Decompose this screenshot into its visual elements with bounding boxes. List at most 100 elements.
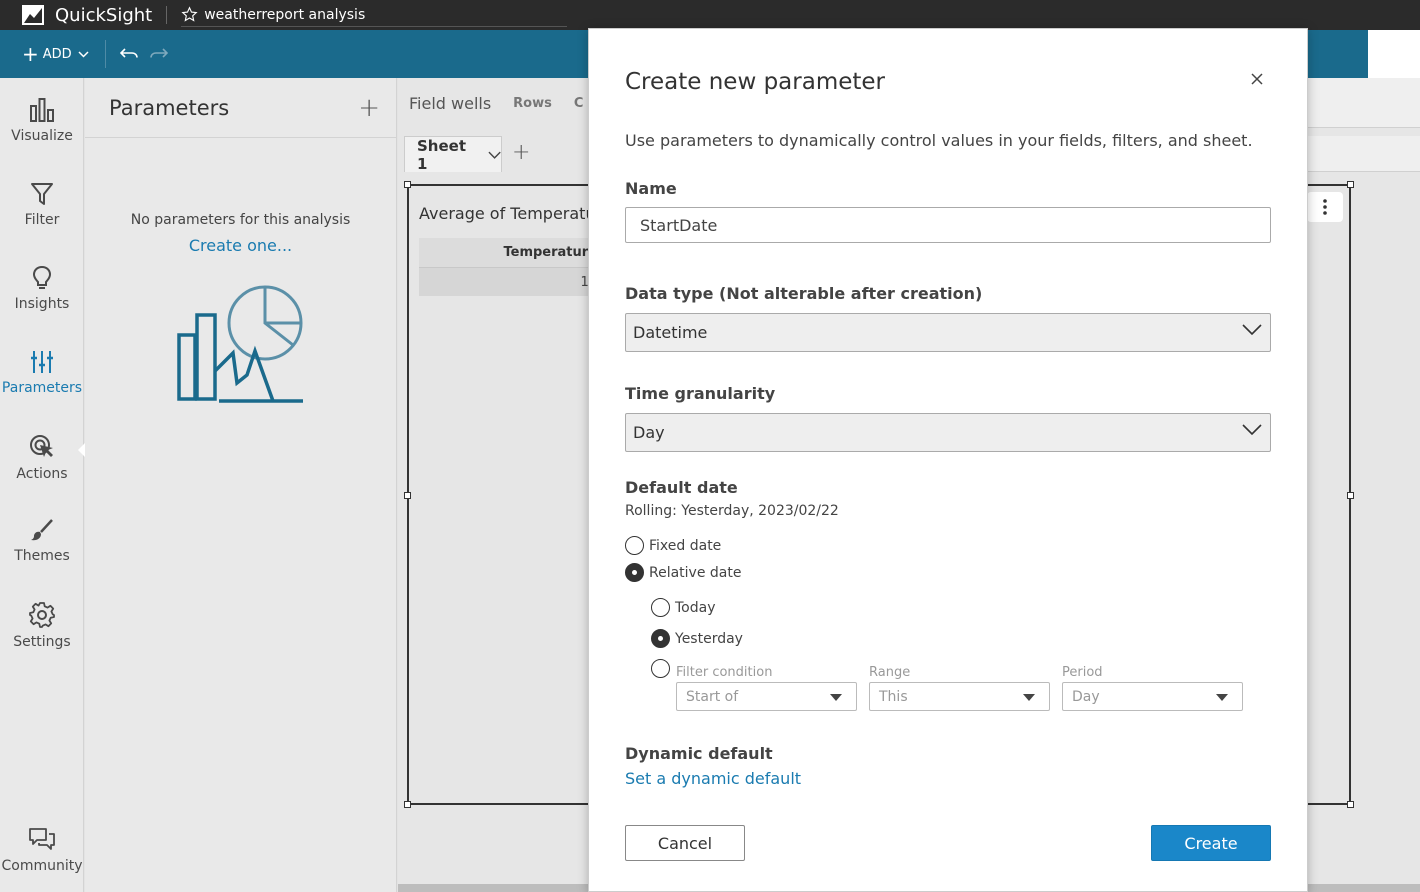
range-label: Range — [869, 665, 911, 680]
rail-item-parameters[interactable]: Parameters — [0, 350, 84, 396]
caret-down-icon — [1216, 694, 1228, 701]
gear-icon — [29, 602, 55, 628]
plus-icon: + — [22, 42, 39, 66]
range-value: This — [879, 688, 908, 705]
radio-label: Fixed date — [649, 537, 722, 554]
chevron-down-icon — [78, 50, 89, 58]
radio-button[interactable] — [651, 629, 670, 648]
rail-item-visualize[interactable]: Visualize — [0, 98, 84, 144]
name-label: Name — [625, 179, 677, 198]
field-well-rows[interactable]: Rows — [513, 96, 552, 111]
resize-handle[interactable] — [404, 181, 411, 188]
add-button[interactable]: + ADD — [22, 44, 89, 64]
filter-condition-option[interactable] — [651, 659, 675, 678]
filter-condition-select[interactable]: Start of — [676, 682, 857, 711]
resize-handle[interactable] — [404, 492, 411, 499]
filter-condition-label: Filter condition — [676, 665, 773, 680]
chevron-down-icon[interactable] — [488, 151, 501, 159]
table-cell: 11 — [419, 268, 609, 296]
radio-label: Yesterday — [675, 630, 743, 647]
empty-parameters-illustration — [177, 285, 303, 403]
app-logo[interactable]: QuickSight — [0, 0, 152, 30]
left-rail: Visualize Filter Insights Parameters Act… — [0, 78, 85, 892]
yesterday-option[interactable]: Yesterday — [651, 629, 743, 648]
panel-title: Parameters — [109, 95, 230, 120]
today-option[interactable]: Today — [651, 598, 716, 617]
visual-menu-button[interactable] — [1307, 192, 1343, 222]
add-parameter-button[interactable]: + — [358, 95, 380, 121]
chevron-down-icon — [1242, 324, 1262, 336]
active-indicator — [78, 443, 85, 457]
rail-label: Parameters — [1, 380, 83, 396]
rail-item-actions[interactable]: Actions — [0, 434, 84, 482]
dialog-description: Use parameters to dynamically control va… — [625, 131, 1253, 150]
undo-icon[interactable] — [119, 47, 138, 61]
star-icon[interactable] — [181, 6, 198, 23]
cancel-button[interactable]: Cancel — [625, 825, 745, 861]
period-label: Period — [1062, 665, 1103, 680]
create-one-link[interactable]: Create one... — [85, 236, 396, 255]
funnel-icon — [31, 183, 53, 205]
divider — [166, 6, 168, 24]
caret-down-icon — [1023, 694, 1035, 701]
relative-date-option[interactable]: Relative date — [625, 563, 741, 582]
table-header[interactable]: Temperature — [419, 238, 609, 268]
chevron-down-icon — [1242, 424, 1262, 436]
rail-item-settings[interactable]: Settings — [0, 602, 84, 650]
sliders-icon — [31, 351, 53, 373]
app-name: QuickSight — [55, 4, 153, 26]
close-icon[interactable] — [1249, 71, 1265, 87]
resize-handle[interactable] — [1347, 181, 1354, 188]
default-date-summary: Rolling: Yesterday, 2023/02/22 — [625, 503, 839, 519]
create-parameter-dialog: Create new parameter Use parameters to d… — [588, 28, 1308, 892]
radio-button[interactable] — [651, 659, 670, 678]
time-granularity-label: Time granularity — [625, 384, 776, 403]
analysis-title-field[interactable]: weatherreport analysis — [181, 3, 568, 27]
sheet-tab[interactable]: Sheet 1 — [404, 136, 502, 173]
caret-down-icon — [830, 694, 842, 701]
top-bar: QuickSight weatherreport analysis — [0, 0, 1420, 30]
parameters-panel: Parameters + No parameters for this anal… — [85, 78, 397, 892]
field-wells-title[interactable]: Field wells — [409, 94, 491, 113]
resize-handle[interactable] — [1347, 801, 1354, 808]
range-select[interactable]: This — [869, 682, 1050, 711]
name-input[interactable] — [625, 207, 1271, 243]
toolbar-right-area — [1368, 30, 1420, 78]
fixed-date-option[interactable]: Fixed date — [625, 536, 721, 555]
radio-button[interactable] — [625, 536, 644, 555]
lightbulb-icon — [32, 266, 52, 289]
add-sheet-button[interactable]: + — [512, 140, 530, 165]
radio-label: Today — [675, 599, 716, 616]
dynamic-default-label: Dynamic default — [625, 744, 773, 763]
quicksight-logo-icon — [22, 5, 44, 25]
time-granularity-select[interactable]: Day — [625, 413, 1271, 452]
radio-button[interactable] — [625, 563, 644, 582]
create-button[interactable]: Create — [1151, 825, 1271, 861]
radio-button[interactable] — [651, 598, 670, 617]
rail-item-filter[interactable]: Filter — [0, 182, 84, 228]
analysis-title[interactable]: weatherreport analysis — [204, 7, 365, 23]
dialog-title: Create new parameter — [625, 69, 886, 95]
more-vertical-icon — [1323, 199, 1327, 215]
add-label: ADD — [42, 46, 72, 62]
resize-handle[interactable] — [1347, 492, 1354, 499]
rail-label: Themes — [14, 548, 70, 564]
rail-item-insights[interactable]: Insights — [0, 266, 84, 312]
default-date-label: Default date — [625, 478, 738, 497]
data-type-value: Datetime — [633, 323, 708, 342]
redo-icon[interactable] — [149, 47, 168, 61]
empty-state-text: No parameters for this analysis — [130, 212, 351, 228]
sheet-tab-label: Sheet 1 — [417, 136, 466, 173]
resize-handle[interactable] — [404, 801, 411, 808]
toolbar-divider — [104, 40, 106, 68]
field-well-columns[interactable]: C — [574, 96, 584, 111]
set-dynamic-default-link[interactable]: Set a dynamic default — [625, 769, 801, 788]
period-select[interactable]: Day — [1062, 682, 1243, 711]
data-type-label: Data type (Not alterable after creation) — [625, 284, 983, 303]
visual-title: Average of Temperatu — [419, 204, 596, 223]
data-type-select[interactable]: Datetime — [625, 313, 1271, 352]
rail-item-themes[interactable]: Themes — [0, 518, 84, 564]
rail-label: Actions — [16, 466, 68, 482]
rail-item-community[interactable]: Community — [0, 828, 84, 874]
rail-label: Insights — [14, 296, 70, 312]
